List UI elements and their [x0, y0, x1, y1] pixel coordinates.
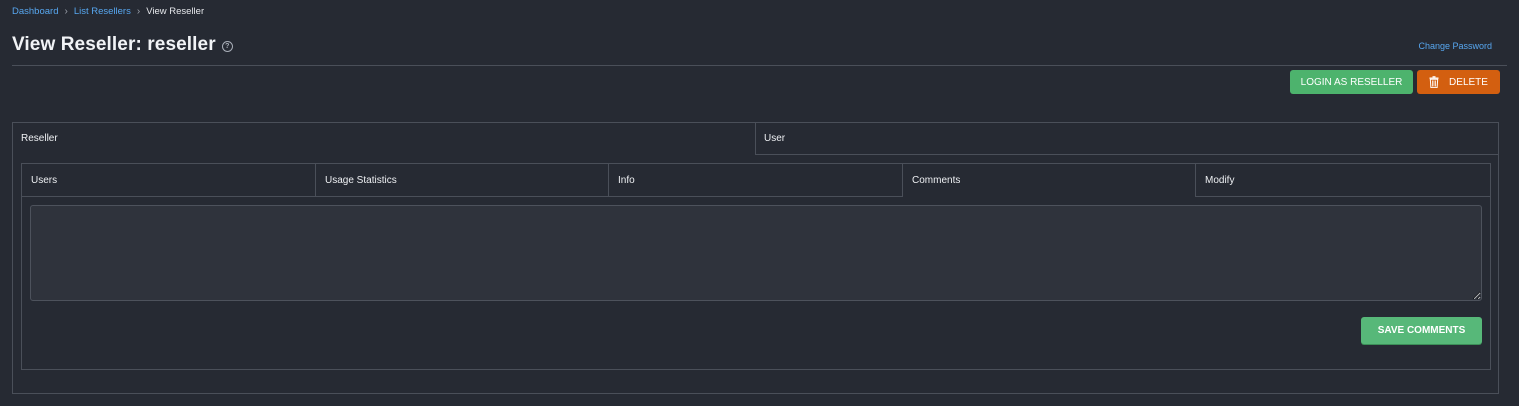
- tab-info[interactable]: Info: [609, 164, 903, 197]
- tab-comments[interactable]: Comments: [903, 164, 1196, 197]
- delete-button[interactable]: DELETE: [1417, 70, 1500, 94]
- inner-tabs: Users Usage Statistics Info Comments Mod…: [22, 164, 1490, 197]
- login-as-reseller-button[interactable]: LOGIN AS RESELLER: [1290, 70, 1413, 94]
- tab-users[interactable]: Users: [22, 164, 316, 197]
- help-icon[interactable]: ?: [221, 41, 233, 52]
- delete-button-label: DELETE: [1449, 76, 1488, 88]
- breadcrumb-current: View Reseller: [146, 6, 205, 17]
- header-divider: [12, 65, 1507, 66]
- chevron-right-icon: ›: [136, 6, 141, 17]
- trash-icon: [1429, 76, 1439, 88]
- change-password-link[interactable]: Change Password: [1418, 41, 1492, 51]
- page: Dashboard › List Resellers › View Resell…: [0, 0, 1519, 406]
- breadcrumb-link-dashboard[interactable]: Dashboard: [12, 6, 58, 18]
- tab-user[interactable]: User: [756, 123, 1498, 155]
- action-buttons: LOGIN AS RESELLER DELETE: [1290, 70, 1500, 94]
- tab-usage-statistics[interactable]: Usage Statistics: [316, 164, 609, 197]
- breadcrumb-link-list-resellers[interactable]: List Resellers: [74, 6, 131, 18]
- comments-textarea[interactable]: [30, 205, 1482, 301]
- save-comments-button[interactable]: SAVE COMMENTS: [1361, 317, 1482, 344]
- reseller-detail-panel: Users Usage Statistics Info Comments Mod…: [21, 163, 1491, 370]
- page-title: View Reseller: reseller: [12, 34, 216, 55]
- tab-reseller[interactable]: Reseller: [13, 123, 756, 155]
- title-row: View Reseller: reseller ?: [12, 34, 233, 56]
- chevron-right-icon: ›: [64, 6, 68, 17]
- breadcrumb: Dashboard › List Resellers › View Resell…: [12, 6, 204, 18]
- tab-modify[interactable]: Modify: [1196, 164, 1490, 197]
- outer-tabs: Reseller User: [13, 123, 1498, 155]
- reseller-user-panel: Reseller User Users Usage Statistics Inf…: [12, 122, 1499, 394]
